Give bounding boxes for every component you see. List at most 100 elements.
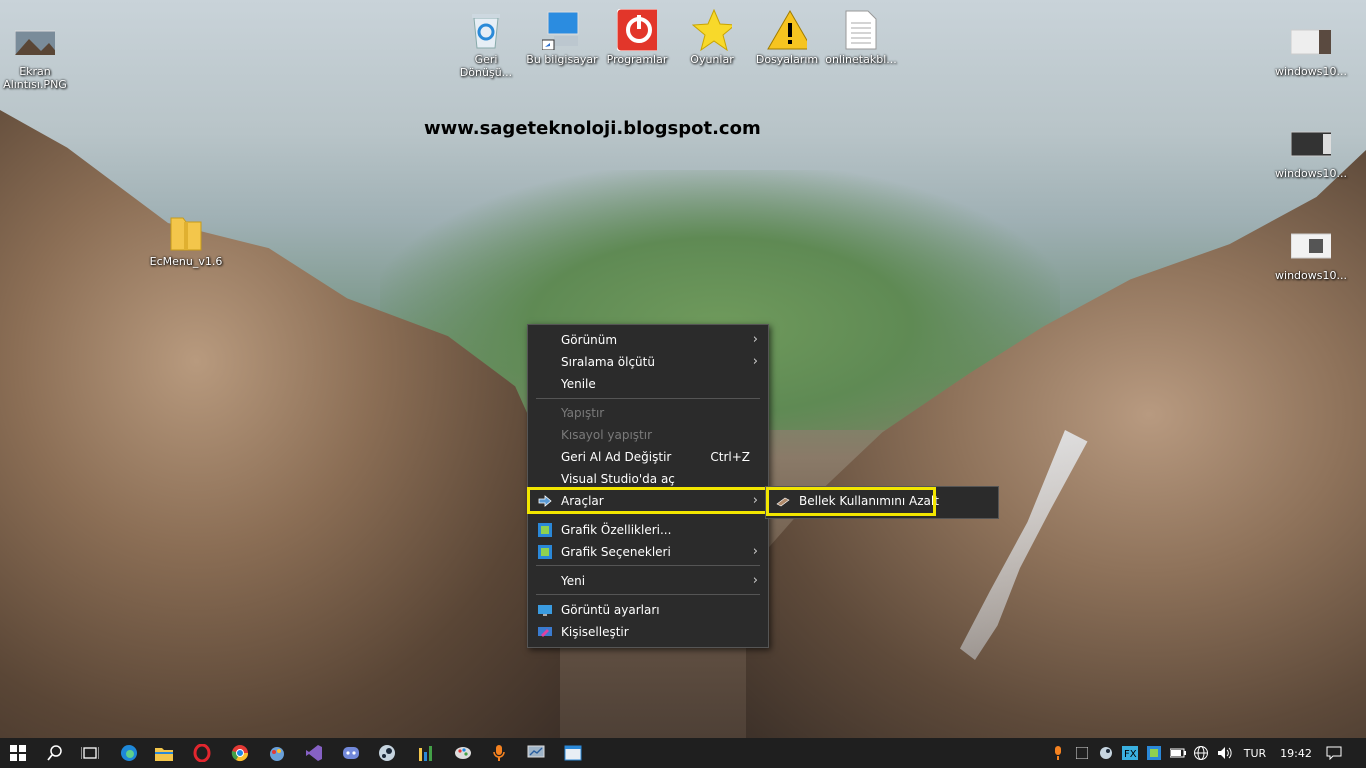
- tray-clock[interactable]: 19:42: [1276, 738, 1316, 768]
- opera-icon: [193, 744, 211, 762]
- task-view-button[interactable]: [75, 738, 105, 768]
- volume-icon: [1218, 747, 1232, 759]
- intel-graphics-icon: [1147, 746, 1161, 760]
- window-app-icon: [564, 745, 582, 761]
- desktop-icon-this-pc[interactable]: Bu bilgisayar: [523, 10, 601, 66]
- chevron-right-icon: ›: [752, 544, 758, 559]
- taskbar-discord[interactable]: [336, 738, 366, 768]
- desktop-icon-label: windows10...: [1275, 167, 1347, 180]
- menu-item-yapistir[interactable]: Yapıştır: [528, 402, 768, 424]
- chart-app-icon: [419, 746, 432, 761]
- desktop-icon-label: onlinetakbl...: [825, 53, 897, 66]
- menu-item-kisisellestir[interactable]: Kişiselleştir: [528, 621, 768, 643]
- taskbar-steam[interactable]: [372, 738, 402, 768]
- desktop-icon-windows10-3[interactable]: windows10...: [1272, 226, 1350, 282]
- tray-action-center[interactable]: [1322, 738, 1346, 768]
- desktop-icon-label: Bu bilgisayar: [526, 53, 598, 66]
- menu-item-yeni[interactable]: Yeni ›: [528, 570, 768, 592]
- image-file-icon: [1291, 226, 1331, 266]
- folder-icon: [155, 748, 173, 761]
- desktop-icon-label: Dosyalarım: [755, 53, 819, 66]
- desktop-icon-recycle-bin[interactable]: Geri Dönüşü...: [447, 10, 525, 79]
- svg-text:FX: FX: [1124, 749, 1137, 760]
- task-view-icon: [81, 747, 99, 759]
- desktop-icon-programlar[interactable]: Programlar: [598, 9, 676, 66]
- watermark-text: www.sageteknoloji.blogspot.com: [424, 118, 761, 139]
- start-button[interactable]: [3, 738, 33, 768]
- tray-microphone[interactable]: [1050, 738, 1066, 768]
- taskbar-app-monitor[interactable]: [521, 738, 551, 768]
- taskbar-app-window[interactable]: [558, 738, 588, 768]
- desktop-icon-label: Ekran Alıntısı.PNG: [3, 65, 67, 91]
- desktop-context-menu: Görünüm › Sıralama ölçütü › Yenile Yapış…: [527, 324, 769, 648]
- taskbar-opera[interactable]: [187, 738, 217, 768]
- desktop-icon-onlinetakbl[interactable]: onlinetakbl...: [822, 10, 900, 66]
- taskbar-edge[interactable]: [114, 738, 144, 768]
- chrome-icon: [231, 745, 249, 762]
- desktop-icon-ekran-alintisi[interactable]: Ekran Alıntısı.PNG: [0, 22, 74, 91]
- taskbar-app-chart[interactable]: [410, 738, 440, 768]
- taskbar-chrome[interactable]: [225, 738, 255, 768]
- taskbar-app-palette[interactable]: [448, 738, 478, 768]
- taskbar-file-explorer[interactable]: [149, 738, 179, 768]
- desktop-icon-windows10-2[interactable]: windows10...: [1272, 124, 1350, 180]
- menu-item-kisayol-yapistir[interactable]: Kısayol yapıştır: [528, 424, 768, 446]
- menu-item-label: Görünüm: [561, 333, 618, 347]
- taskbar-visual-studio[interactable]: [299, 738, 329, 768]
- araclar-highlight-box: [527, 487, 768, 514]
- computer-icon: [542, 10, 582, 50]
- star-icon: [692, 9, 732, 51]
- menu-item-goruntu-ayarlari[interactable]: Görüntü ayarları: [528, 599, 768, 621]
- notification-icon: [1326, 746, 1342, 760]
- search-button[interactable]: [40, 738, 70, 768]
- menu-separator: [536, 565, 760, 566]
- tray-intel-graphics[interactable]: [1145, 738, 1163, 768]
- taskbar-app-paint[interactable]: [262, 738, 292, 768]
- taskbar-app-microphone[interactable]: [484, 738, 514, 768]
- bellek-highlight-box: [766, 487, 936, 516]
- image-file-icon: [1291, 22, 1331, 62]
- palette-icon: [455, 747, 471, 759]
- search-icon: [47, 745, 62, 761]
- taskbar: FX TUR 19:42: [0, 738, 1366, 768]
- menu-item-siralama[interactable]: Sıralama ölçütü ›: [528, 351, 768, 373]
- chevron-right-icon: ›: [752, 573, 758, 588]
- tray-app-1[interactable]: [1074, 738, 1090, 768]
- menu-item-gorunum[interactable]: Görünüm ›: [528, 329, 768, 351]
- tray-volume[interactable]: [1216, 738, 1234, 768]
- menu-item-grafik-secenekleri[interactable]: Grafik Seçenekleri ›: [528, 541, 768, 563]
- menu-item-label: Kişiselleştir: [561, 625, 629, 639]
- menu-item-label: Geri Al Ad Değiştir: [561, 450, 672, 464]
- tray-language[interactable]: TUR: [1240, 738, 1270, 768]
- menu-item-grafik-ozellikleri[interactable]: Grafik Özellikleri...: [528, 519, 768, 541]
- desktop-icon-windows10-1[interactable]: windows10...: [1272, 22, 1350, 78]
- chevron-right-icon: ›: [752, 332, 758, 347]
- desktop-icon-oyunlar[interactable]: Oyunlar: [673, 9, 751, 66]
- menu-separator: [536, 594, 760, 595]
- desktop-icon-label: windows10...: [1275, 269, 1347, 282]
- desktop-icon-dosyalarim[interactable]: Dosyalarım: [748, 10, 826, 66]
- recycle-bin-icon: [466, 10, 506, 50]
- desktop-icon-label: Programlar: [606, 53, 668, 66]
- desktop-icon-ecmenu[interactable]: EcMenu_v1.6: [147, 212, 225, 268]
- desktop-icon-label: windows10...: [1275, 65, 1347, 78]
- menu-item-geri-al[interactable]: Geri Al Ad Değiştir Ctrl+Z: [528, 446, 768, 468]
- display-settings-icon: [538, 605, 552, 616]
- tray-battery[interactable]: [1169, 738, 1187, 768]
- tray-steam[interactable]: [1097, 738, 1115, 768]
- fx-icon: FX: [1122, 746, 1138, 760]
- image-file-icon: [15, 22, 55, 62]
- intel-graphics-icon: [538, 545, 552, 559]
- tray-network[interactable]: [1192, 738, 1210, 768]
- zip-folder-icon: [166, 212, 206, 252]
- menu-item-yenile[interactable]: Yenile: [528, 373, 768, 395]
- paint-app-icon: [270, 747, 284, 761]
- menu-item-label: Yenile: [561, 377, 596, 391]
- microphone-icon: [493, 745, 505, 761]
- globe-icon: [1194, 746, 1208, 760]
- chevron-right-icon: ›: [752, 354, 758, 369]
- tray-fx[interactable]: FX: [1121, 738, 1139, 768]
- desktop-icon-label: EcMenu_v1.6: [149, 255, 223, 268]
- personalize-icon: [538, 627, 552, 637]
- menu-item-label: Sıralama ölçütü: [561, 355, 655, 369]
